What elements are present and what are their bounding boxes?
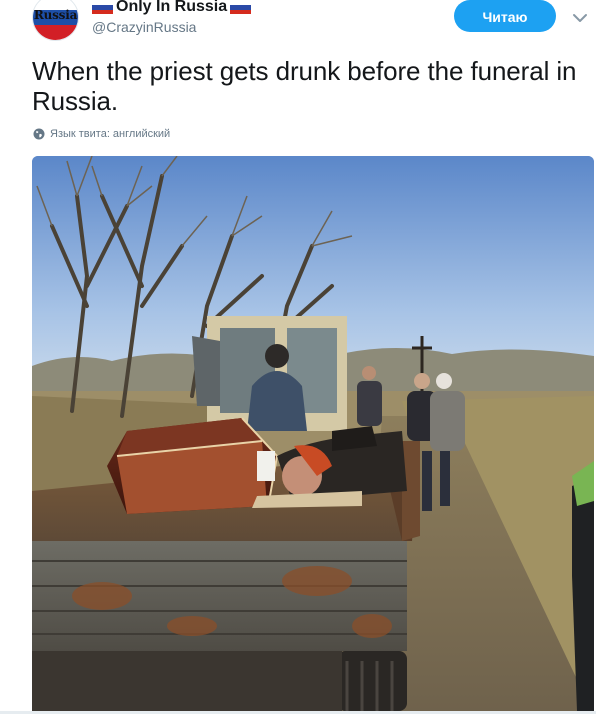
avatar-band-red <box>33 25 78 40</box>
display-name[interactable]: Only In Russia <box>116 0 227 17</box>
photo-scene <box>32 156 594 711</box>
russian-flag-icon <box>230 1 252 14</box>
chevron-down-icon <box>573 14 587 22</box>
language-row: Язык твита: английский <box>33 128 170 140</box>
following-button[interactable]: Читаю <box>454 0 556 32</box>
tweet-menu-button[interactable] <box>570 8 590 28</box>
tweet-photo[interactable] <box>32 156 594 711</box>
user-handle[interactable]: @CrazyinRussia <box>92 19 251 35</box>
tweet-text: When the priest gets drunk before the fu… <box>32 56 577 116</box>
russian-flag-icon <box>92 1 113 14</box>
name-row[interactable]: Only In Russia <box>92 0 252 17</box>
tweet-language-note: Язык твита: английский <box>50 128 171 140</box>
avatar[interactable]: Russia <box>32 0 79 41</box>
tweet-card: Russia Only In Russia @CrazyinRussia Чит… <box>0 0 596 714</box>
avatar-logo-text: Russia <box>33 8 78 22</box>
globe-icon <box>33 128 45 140</box>
user-block: Only In Russia @CrazyinRussia <box>92 0 252 35</box>
